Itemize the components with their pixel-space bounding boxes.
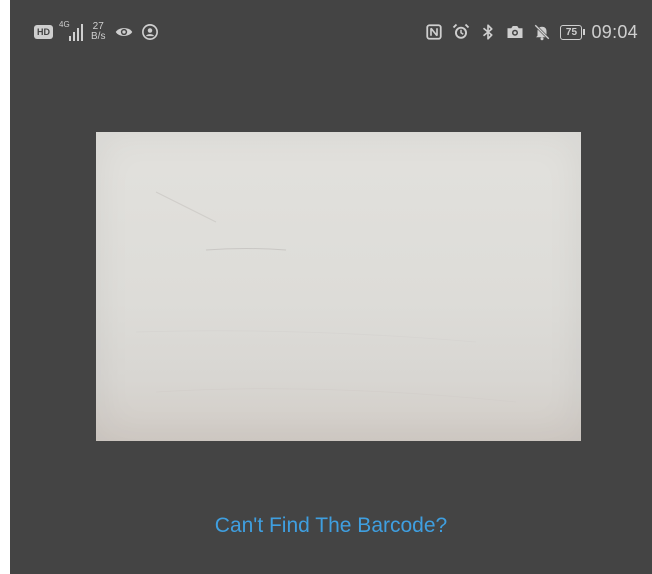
camera-icon xyxy=(507,26,523,38)
camera-preview-texture xyxy=(135,191,517,403)
nfc-icon xyxy=(426,24,443,40)
camera-preview xyxy=(96,132,581,441)
network-speed: 27 B/s xyxy=(91,22,105,42)
status-time: 09:04 xyxy=(591,21,638,42)
signal-icon: 4G xyxy=(59,20,83,41)
mute-icon xyxy=(534,24,551,41)
hd-icon: HD xyxy=(34,25,53,39)
cant-find-barcode-link[interactable]: Can't Find The Barcode? xyxy=(10,514,652,538)
eye-icon xyxy=(116,28,133,36)
network-gen-label: 4G xyxy=(59,20,70,29)
network-speed-unit: B/s xyxy=(91,31,106,42)
bluetooth-icon xyxy=(483,24,494,40)
location-icon xyxy=(142,24,159,40)
status-bar: HD 4G 27 B/s 75 09:04 xyxy=(10,0,652,62)
battery-level: 75 xyxy=(560,24,583,40)
status-bar-left: HD 4G 27 B/s xyxy=(34,18,167,46)
battery-icon: 75 xyxy=(560,24,586,40)
status-bar-right: 75 09:04 xyxy=(425,18,638,46)
alarm-icon xyxy=(453,23,470,39)
barcode-scanner-screen: HD 4G 27 B/s 75 09:04 Can't Find The Bar… xyxy=(10,0,652,574)
